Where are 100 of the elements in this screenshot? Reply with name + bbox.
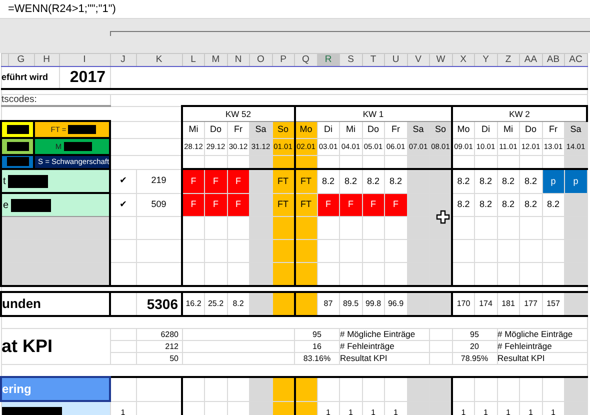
kpi-number: 20	[452, 340, 497, 353]
day-cell: p	[542, 169, 564, 194]
day-cell: 8.2	[474, 193, 497, 217]
day-cell: 170	[452, 292, 474, 316]
day-cell: F	[340, 193, 362, 217]
column-header[interactable]: O	[250, 54, 272, 66]
year-cell: 2017	[59, 66, 110, 89]
column-header[interactable]: S	[340, 54, 362, 66]
column-header[interactable]: P	[272, 54, 294, 66]
day-cell: 8.2	[497, 193, 520, 217]
column-header[interactable]: AB	[542, 54, 564, 66]
redaction-block	[10, 198, 51, 212]
day-cell: 8.2	[317, 169, 340, 194]
column-header[interactable]: W	[430, 54, 452, 66]
kpi-label: # Mögliche Einträge	[340, 328, 430, 341]
column-header[interactable]: AA	[520, 54, 542, 66]
redaction-block	[6, 142, 28, 151]
day-cell: F	[182, 193, 204, 217]
column-header[interactable]: H	[34, 54, 59, 66]
total-label: unden	[1, 292, 110, 316]
weekday-cell: Mi	[182, 121, 204, 138]
day-cell: F	[204, 169, 227, 194]
kpi-value: 6280	[136, 328, 182, 341]
kpi-number: 83.16%	[294, 352, 340, 365]
day-cell: 8.2	[474, 169, 497, 194]
column-header[interactable]: L	[182, 54, 204, 66]
weekday-cell: Sa	[250, 121, 272, 138]
day-cell: 8.2	[340, 169, 362, 194]
day-cell: 99.8	[362, 292, 384, 316]
weekday-cell: Mo	[452, 121, 474, 138]
week-header: KW 2	[452, 106, 587, 122]
weekday-cell: Do	[204, 121, 227, 138]
redaction-block	[68, 124, 96, 134]
day-cell: p	[564, 169, 587, 194]
week-header: KW 1	[294, 106, 452, 122]
column-header[interactable]: M	[204, 54, 227, 66]
column-header[interactable]: J	[110, 54, 136, 66]
weekday-cell: Fr	[384, 121, 407, 138]
kpi-number: 16	[294, 340, 340, 353]
kpi-value: 212	[136, 340, 182, 353]
column-header[interactable]: G	[8, 54, 34, 66]
outline-group-bar[interactable]	[110, 31, 590, 36]
kpi-value: 50	[136, 352, 182, 365]
redaction-block	[64, 142, 92, 151]
weekday-cell: Sa	[564, 121, 587, 138]
kpi-number: 78.95%	[452, 352, 497, 365]
name-fragment: t	[3, 176, 6, 187]
day-cell: 8.2	[497, 169, 520, 194]
weekday-cell: Do	[520, 121, 542, 138]
day-cell: 25.2	[204, 292, 227, 316]
day-cell: F	[227, 169, 250, 194]
day-cell: 89.5	[340, 292, 362, 316]
weekday-cell: Di	[474, 121, 497, 138]
check-mark: ✔	[110, 193, 136, 217]
formula-text[interactable]: =WENN(R24>1;"";"1")	[8, 3, 116, 15]
kpi-label: Resultat KPI	[340, 352, 430, 365]
day-cell: 8.2	[384, 169, 407, 194]
day-cell: F	[384, 193, 407, 217]
weekday-cell: Fr	[227, 121, 250, 138]
column-header[interactable]: X	[452, 54, 474, 66]
name-fragment: e	[3, 200, 9, 211]
weekday-cell: Fr	[542, 121, 564, 138]
section-title: ering	[1, 377, 110, 402]
day-cell: 8.2	[520, 193, 542, 217]
column-header[interactable]: K	[136, 54, 182, 66]
kpi-title: at KPI	[1, 328, 110, 365]
column-header[interactable]: T	[362, 54, 384, 66]
column-header[interactable]: Y	[474, 54, 497, 66]
column-header[interactable]: I	[59, 54, 110, 66]
weekday-cell: Mo	[294, 121, 317, 138]
column-header[interactable]: AC	[564, 54, 587, 66]
column-header[interactable]: N	[227, 54, 250, 66]
redaction-block	[8, 174, 48, 188]
column-header[interactable]: Q	[294, 54, 317, 66]
day-cell: F	[204, 193, 227, 217]
day-cell: FT	[294, 193, 317, 217]
day-cell: 8.2	[362, 169, 384, 194]
holiday-cell	[272, 377, 294, 402]
day-cell: FT	[294, 169, 317, 194]
column-header[interactable]: U	[384, 54, 407, 66]
day-cell: F	[182, 169, 204, 194]
column-header[interactable]: V	[407, 54, 430, 66]
kpi-label: # Fehleinträge	[497, 340, 587, 353]
day-cell: 1	[452, 401, 474, 415]
total-hours: 5306	[136, 292, 182, 316]
day-cell: 87	[317, 292, 340, 316]
weekday-cell: Mi	[497, 121, 520, 138]
column-header[interactable]: Z	[497, 54, 520, 66]
kpi-label: Resultat KPI	[497, 352, 587, 365]
kpi-number: 95	[294, 328, 340, 341]
day-cell: F	[362, 193, 384, 217]
day-cell: 8.2	[452, 169, 474, 194]
weekday-cell: Mi	[340, 121, 362, 138]
day-cell: 8.2	[452, 193, 474, 217]
day-cell: 174	[474, 292, 497, 316]
plus-cursor-icon	[436, 210, 450, 224]
codes-label: tscodes:	[1, 94, 110, 106]
kpi-label: # Fehleinträge	[340, 340, 430, 353]
kpi-number: 95	[452, 328, 497, 341]
day-cell: 177	[520, 292, 542, 316]
